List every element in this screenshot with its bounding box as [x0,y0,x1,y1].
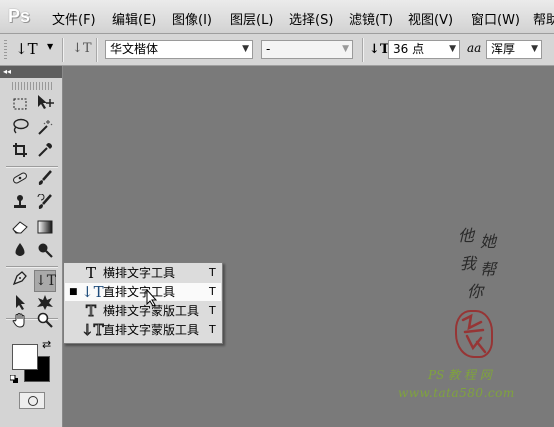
zoom-tool-icon[interactable] [34,312,56,334]
tool-preset-icon[interactable]: ↓T [15,40,38,58]
type-tool-flyout-menu: T 横排文字工具 T ■ ↓T 直排文字工具 T T 横排文字蒙版工具 T ↓T… [63,262,223,344]
watermark-char: 帮 [480,260,497,279]
font-size-icon: ↓T [369,42,390,57]
flyout-item-shortcut: T [209,266,216,279]
menu-filter[interactable]: 滤镜(T) [349,9,393,28]
anti-alias-select[interactable]: 浑厚 ▼ [486,40,542,59]
chevron-down-icon: ▼ [342,44,349,54]
blur-tool-icon[interactable] [9,242,31,264]
brush-tool-icon[interactable] [34,170,56,192]
anti-alias-icon: aa [467,41,482,55]
quick-mask-button[interactable] [19,392,45,409]
tool-preset-dropdown-icon[interactable]: ▼ [47,42,53,51]
menu-view[interactable]: 视图(V) [408,9,453,28]
crop-tool-icon[interactable] [9,142,31,164]
text-orientation-toggle-icon[interactable]: ↓T [72,41,92,56]
flyout-item-shortcut: T [209,323,216,336]
menu-image[interactable]: 图像(I) [172,9,212,28]
eraser-tool-icon[interactable] [9,218,31,240]
flyout-item-vertical-type[interactable]: ■ ↓T 直排文字工具 T [65,283,221,301]
swap-colors-icon[interactable]: ⇄ [42,338,51,351]
photoshop-logo: Ps [8,6,31,26]
watermark-char: 她 [480,232,497,251]
flyout-item-horizontal-type-mask[interactable]: T 横排文字蒙版工具 T [65,302,221,321]
foreground-color-swatch[interactable] [12,344,38,370]
flyout-item-label: 直排文字蒙版工具 [103,323,200,337]
seal-strokes-icon [461,313,487,354]
history-brush-tool-icon[interactable] [34,193,56,216]
tools-panel-header[interactable]: ◂◂ [0,66,62,78]
flyout-item-label: 横排文字工具 [103,266,176,280]
divider [62,38,64,62]
clone-stamp-tool-icon[interactable] [9,194,31,216]
menu-file[interactable]: 文件(F) [52,9,96,28]
font-size-select[interactable]: 36 点 ▼ [388,40,460,59]
gradient-tool-icon[interactable] [34,218,56,240]
spot-healing-brush-tool-icon[interactable] [9,170,31,192]
mouse-cursor-icon [146,288,158,310]
red-seal-stamp [455,310,493,358]
watermark-char: 你 [467,282,484,301]
magic-wand-tool-icon[interactable] [34,118,56,140]
divider [96,38,98,62]
divider [362,38,364,62]
lasso-tool-icon[interactable] [9,118,31,140]
watermark-char: 我 [460,254,477,273]
options-grip [4,40,7,60]
chevron-down-icon: ▼ [242,44,249,54]
flyout-item-horizontal-type[interactable]: T 横排文字工具 T [65,264,221,282]
font-family-select[interactable]: 华文楷体 ▼ [105,40,253,59]
move-tool-icon[interactable] [34,94,56,116]
panel-grip[interactable] [12,82,52,90]
watermark-char: 他 [458,226,475,245]
anti-alias-value: 浑厚 [491,42,516,56]
toolbox-divider [6,166,58,168]
default-colors-icon[interactable] [9,372,18,383]
horizontal-type-mask-icon: T [85,302,96,321]
font-style-select[interactable]: - ▼ [261,40,353,59]
vertical-type-mask-icon: ↓T [81,321,105,340]
font-style-value: - [266,42,271,56]
menu-edit[interactable]: 编辑(E) [112,9,156,28]
menu-bar: Ps 文件(F) 编辑(E) 图像(I) 图层(L) 选择(S) 滤镜(T) 视… [0,0,554,34]
hand-tool-icon[interactable] [9,312,31,334]
vertical-type-icon: ↓T [81,283,104,301]
eyedropper-tool-icon[interactable] [34,142,56,164]
vertical-type-tool-icon[interactable]: ↓T [34,270,56,292]
flyout-item-shortcut: T [209,285,216,298]
menu-window[interactable]: 窗口(W) [471,9,520,28]
flyout-item-label: 直排文字工具 [103,285,176,299]
font-family-value: 华文楷体 [110,42,159,56]
menu-select[interactable]: 选择(S) [289,9,333,28]
collapse-icon[interactable]: ◂◂ [3,67,11,76]
flyout-item-vertical-type-mask[interactable]: ↓T 直排文字蒙版工具 T [65,321,221,340]
font-size-value: 36 点 [393,42,425,56]
menu-layer[interactable]: 图层(L) [230,9,273,28]
watermark-brand: PS 教 程 网 [428,368,492,382]
pen-tool-icon[interactable] [9,270,31,292]
chevron-down-icon: ▼ [449,44,456,54]
flyout-item-shortcut: T [209,304,216,317]
watermark-url: www.tata580.com [398,386,515,400]
toolbox-divider [6,266,58,268]
menu-help[interactable]: 帮助 [533,9,554,28]
options-bar: ↓T ▼ ↓T 华文楷体 ▼ - ▼ ↓T 36 点 ▼ aa 浑厚 ▼ [0,34,554,66]
tools-panel: ◂◂ ↓T ⇄ [0,66,63,427]
selected-bullet-icon: ■ [69,287,78,297]
dodge-tool-icon[interactable] [34,242,56,264]
horizontal-type-icon: T [85,264,96,282]
chevron-down-icon: ▼ [531,44,538,54]
rectangular-marquee-tool-icon[interactable] [9,94,31,116]
